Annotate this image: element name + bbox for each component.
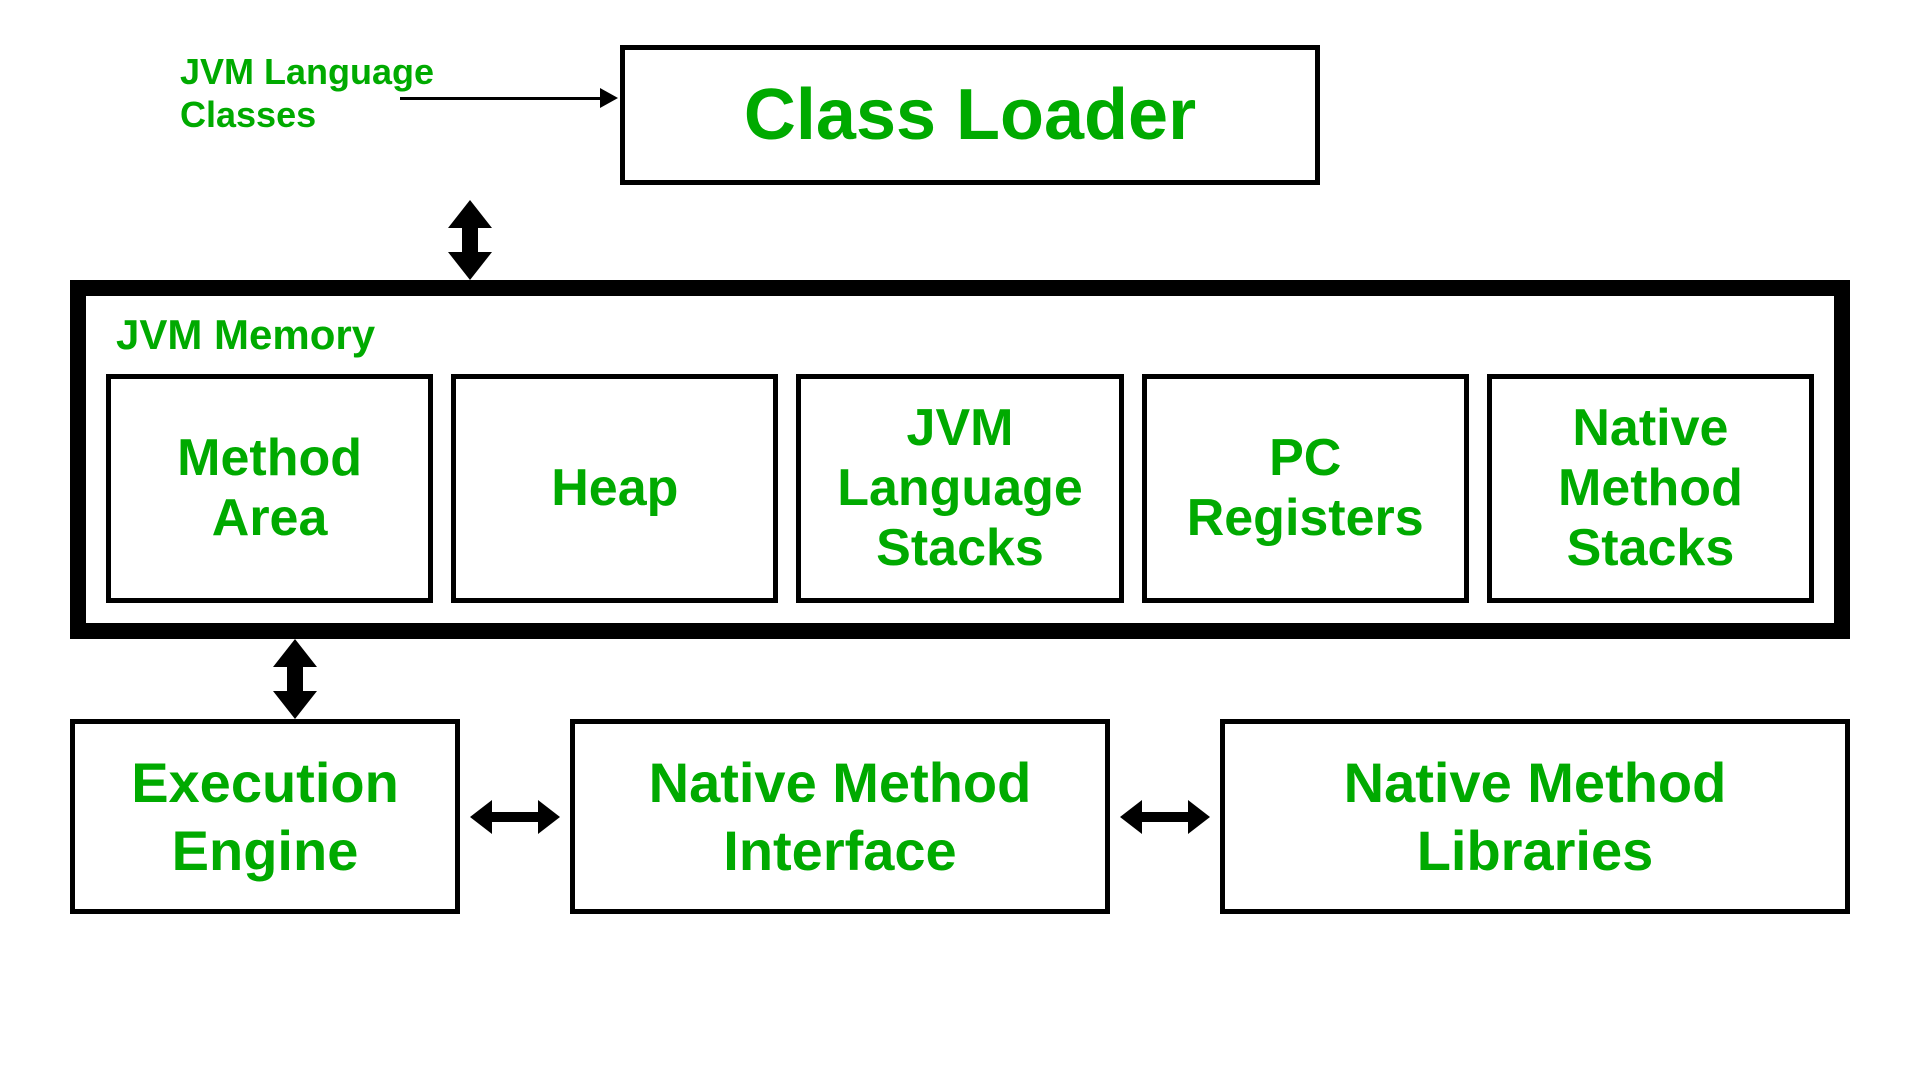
native-method-libraries-box: Native MethodLibraries [1220, 719, 1850, 913]
diagram-container: JVM LanguageClasses Class Loader JVM Mem… [0, 0, 1920, 1080]
vertical-double-arrow-bottom [265, 639, 325, 719]
native-method-interface-label: Native MethodInterface [649, 749, 1032, 883]
method-area-label: MethodArea [177, 429, 362, 549]
execution-engine-box: ExecutionEngine [70, 719, 460, 913]
bottom-boxes-row: ExecutionEngine Native MethodInterface [70, 719, 1850, 913]
native-method-stacks-box: NativeMethodStacks [1487, 374, 1814, 603]
bottom-section: ExecutionEngine Native MethodInterface [70, 639, 1850, 913]
arrow-head [600, 88, 618, 108]
double-arrow-svg-bottom [265, 639, 325, 719]
class-loader-label: Class Loader [744, 74, 1196, 156]
native-method-interface-box: Native MethodInterface [570, 719, 1110, 913]
arrow-line [400, 97, 600, 100]
jvm-language-stacks-box: JVM LanguageStacks [796, 374, 1123, 603]
native-method-libraries-label: Native MethodLibraries [1344, 749, 1727, 883]
vertical-double-arrow-top [440, 200, 500, 280]
top-section: JVM LanguageClasses Class Loader [60, 40, 1860, 200]
h-arrow-svg-2 [1120, 792, 1210, 842]
h-double-arrow-2 [1120, 792, 1210, 842]
jvm-language-stacks-label: JVM LanguageStacks [816, 399, 1103, 578]
jvm-language-classes-label: JVM LanguageClasses [180, 50, 434, 136]
jvm-memory-title: JVM Memory [106, 311, 1814, 359]
execution-engine-label: ExecutionEngine [131, 749, 399, 883]
heap-box: Heap [451, 374, 778, 603]
double-arrow-svg-top [440, 200, 500, 280]
h-arrow-svg-1 [470, 792, 560, 842]
pc-registers-label: PCRegisters [1187, 429, 1424, 549]
h-double-arrow-1 [470, 792, 560, 842]
memory-boxes: MethodArea Heap JVM LanguageStacks PCReg… [106, 374, 1814, 603]
native-method-stacks-label: NativeMethodStacks [1558, 399, 1743, 578]
class-loader-box: Class Loader [620, 45, 1320, 185]
method-area-box: MethodArea [106, 374, 433, 603]
pc-registers-box: PCRegisters [1142, 374, 1469, 603]
jvm-memory-section: JVM Memory MethodArea Heap JVM LanguageS… [70, 280, 1850, 639]
heap-label: Heap [551, 459, 678, 519]
jvm-memory-inner: JVM Memory MethodArea Heap JVM LanguageS… [86, 296, 1834, 623]
